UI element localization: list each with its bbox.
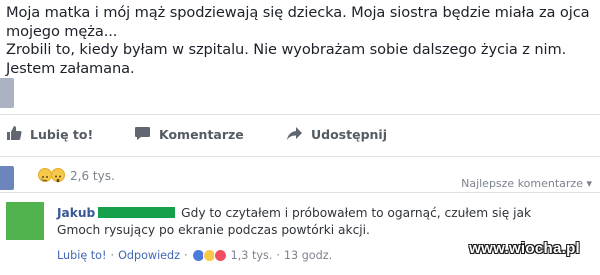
post-actions-bar: Lubię to! Komentarze Udostępnij xyxy=(0,118,600,150)
comment-meta: Lubię to! · Odpowiedz · 1,3 tys. · 13 go… xyxy=(57,249,332,262)
share-label: Udostępnij xyxy=(311,127,387,142)
comment: Jakub Gdy to czytałem i próbowałem to og… xyxy=(0,198,600,275)
separator-dot: · xyxy=(184,249,188,262)
reactions-summary[interactable]: 2,6 tys. Najlepsze komentarze ▾ xyxy=(0,168,600,190)
comment-timestamp[interactable]: 13 godz. xyxy=(284,249,332,262)
comment-body: Jakub Gdy to czytałem i próbowałem to og… xyxy=(57,205,557,239)
like-button[interactable]: Lubię to! xyxy=(6,125,93,144)
comment-sort-dropdown[interactable]: Najlepsze komentarze ▾ xyxy=(461,177,592,190)
comment-author[interactable]: Jakub xyxy=(57,206,95,220)
share-button[interactable]: Udostępnij xyxy=(286,125,387,144)
avatar-edge xyxy=(0,78,14,108)
comment-like-link[interactable]: Lubię to! xyxy=(57,249,107,262)
comment-avatar[interactable] xyxy=(6,202,44,240)
separator-dot: · xyxy=(276,249,280,262)
sad-emoji-icon xyxy=(38,168,52,182)
redacted-surname xyxy=(98,207,176,218)
comment-label: Komentarze xyxy=(159,127,244,142)
love-reaction-icon xyxy=(213,249,227,262)
separator-dot: · xyxy=(110,249,115,262)
divider xyxy=(0,156,600,157)
divider xyxy=(0,114,600,115)
thumbs-up-icon xyxy=(6,125,30,144)
site-watermark: www.wiocha.pl xyxy=(469,240,580,257)
post-text: Moja matka i mój mąż spodziewają się dzi… xyxy=(6,4,590,78)
divider xyxy=(0,192,600,193)
reaction-count[interactable]: 2,6 tys. xyxy=(70,169,115,183)
comment-reply-link[interactable]: Odpowiedz xyxy=(118,249,180,262)
like-label: Lubię to! xyxy=(30,127,94,142)
share-arrow-icon xyxy=(286,125,311,144)
comment-reaction-count[interactable]: 1,3 tys. xyxy=(231,249,273,262)
comment-icon xyxy=(134,125,159,144)
wow-emoji-icon xyxy=(51,168,65,183)
comment-button[interactable]: Komentarze xyxy=(134,125,244,144)
